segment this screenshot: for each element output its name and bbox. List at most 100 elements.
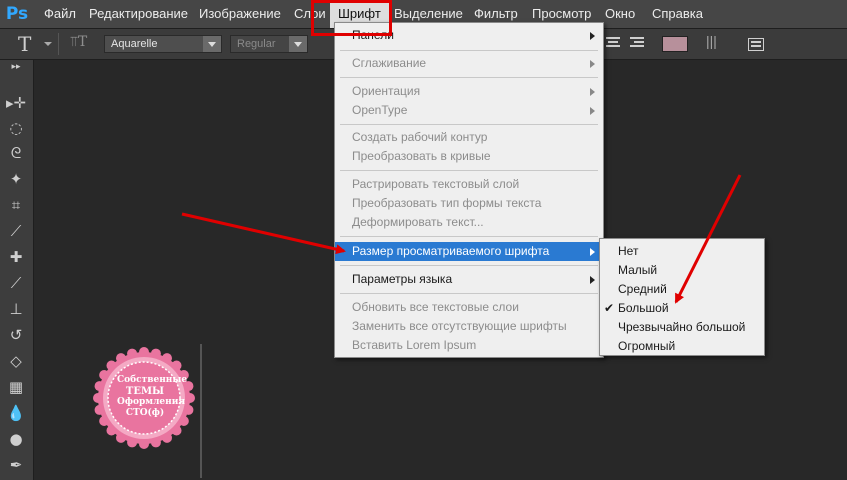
submenu-arrow-icon bbox=[590, 248, 595, 256]
submenu-item-label: Огромный bbox=[618, 339, 676, 353]
checkmark-icon: ✔ bbox=[604, 301, 615, 315]
warp-text-icon[interactable]: ꔖ bbox=[706, 33, 717, 54]
menu-filter[interactable]: Фильтр bbox=[474, 6, 518, 21]
menu-item-opentype[interactable]: OpenType bbox=[335, 101, 603, 120]
eraser-tool-icon[interactable]: ◇ bbox=[4, 350, 28, 372]
menu-file[interactable]: Файл bbox=[44, 6, 76, 21]
stamp-tooth bbox=[171, 360, 182, 371]
menu-item-label: Параметры языка bbox=[352, 272, 453, 286]
stamp-tooth bbox=[150, 348, 161, 359]
gradient-tool-icon[interactable]: ▦ bbox=[4, 376, 28, 398]
menu-item-label: Создать рабочий контур bbox=[352, 130, 488, 144]
submenu-item-label: Малый bbox=[618, 263, 658, 277]
font-family-select[interactable]: Aquarelle bbox=[104, 35, 222, 53]
crop-tool-icon[interactable]: ⌗ bbox=[4, 194, 28, 216]
magic-wand-tool-icon[interactable]: ✦ bbox=[4, 168, 28, 190]
menu-item-language-options[interactable]: Параметры языка bbox=[335, 270, 603, 289]
submenu-item-label: Нет bbox=[618, 244, 639, 258]
submenu-item-large[interactable]: ✔ Большой bbox=[600, 299, 764, 318]
stamp-tooth bbox=[99, 416, 110, 426]
stamp-tooth bbox=[127, 348, 138, 359]
character-panel-icon[interactable] bbox=[748, 38, 764, 51]
type-menu: Панели Сглаживание Ориентация OpenType С… bbox=[334, 22, 604, 358]
annotation-highlight-box bbox=[311, 0, 392, 36]
menu-item-label: Вставить Lorem Ipsum bbox=[352, 338, 477, 352]
brush-tool-icon[interactable]: ⟋ bbox=[4, 272, 28, 294]
submenu-arrow-icon bbox=[590, 107, 595, 115]
menu-item-font-preview-size[interactable]: Размер просматриваемого шрифта bbox=[335, 242, 603, 261]
menu-item-label: Преобразовать в кривые bbox=[352, 149, 491, 163]
menu-separator bbox=[340, 50, 598, 51]
stamp-tooth bbox=[93, 393, 103, 403]
submenu-arrow-icon bbox=[590, 32, 595, 40]
menu-item-label: OpenType bbox=[352, 103, 408, 117]
menu-item-convert-to-shape[interactable]: Преобразовать в кривые bbox=[335, 147, 603, 166]
submenu-item-small[interactable]: Малый bbox=[600, 261, 764, 280]
photoshop-logo: Ps bbox=[5, 4, 29, 24]
stamp-line: СТО(ф) bbox=[125, 408, 165, 418]
healing-brush-tool-icon[interactable]: ✚ bbox=[4, 246, 28, 268]
menu-image[interactable]: Изображение bbox=[199, 6, 281, 21]
text-color-swatch[interactable] bbox=[662, 36, 688, 52]
menu-item-anti-aliasing[interactable]: Сглаживание bbox=[335, 54, 603, 73]
menu-item-update-all-text-layers[interactable]: Обновить все текстовые слои bbox=[335, 298, 603, 317]
submenu-arrow-icon bbox=[590, 60, 595, 68]
menu-select[interactable]: Выделение bbox=[394, 6, 463, 21]
menu-edit[interactable]: Редактирование bbox=[89, 6, 188, 21]
blur-tool-icon[interactable]: 💧 bbox=[4, 402, 28, 424]
menu-item-warp-text[interactable]: Деформировать текст... bbox=[335, 213, 603, 232]
menu-item-create-work-path[interactable]: Создать рабочий контур bbox=[335, 128, 603, 147]
menu-separator bbox=[340, 236, 598, 237]
submenu-item-medium[interactable]: Средний bbox=[600, 280, 764, 299]
menu-separator bbox=[340, 265, 598, 266]
chevron-down-icon bbox=[203, 36, 221, 52]
font-style-value: Regular bbox=[237, 38, 276, 50]
menu-item-label: Деформировать текст... bbox=[352, 215, 484, 229]
menu-item-rasterize-type-layer[interactable]: Растрировать текстовый слой bbox=[335, 175, 603, 194]
font-style-select[interactable]: Regular bbox=[230, 35, 308, 53]
submenu-item-none[interactable]: Нет bbox=[600, 242, 764, 261]
align-right-icon[interactable] bbox=[630, 37, 644, 51]
font-family-value: Aquarelle bbox=[111, 38, 158, 50]
separator bbox=[58, 33, 59, 55]
menu-window[interactable]: Окно bbox=[605, 6, 635, 21]
eyedropper-tool-icon[interactable]: ⟋ bbox=[4, 220, 28, 242]
text-tool-icon[interactable]: T bbox=[18, 32, 31, 56]
tools-panel: ▸▸ ▸✛ ◌ ᘓ ✦ ⌗ ⟋ ✚ ⟋ ⊥ ↺ ◇ ▦ 💧 ● ✒ bbox=[0, 60, 34, 480]
move-tool-icon[interactable]: ▸✛ bbox=[4, 92, 28, 114]
menu-separator bbox=[340, 293, 598, 294]
canvas-edge bbox=[200, 344, 202, 478]
stamp-tooth bbox=[106, 425, 117, 436]
text-orientation-icon[interactable]: ⫪T bbox=[70, 34, 87, 50]
menu-item-replace-missing-fonts[interactable]: Заменить все отсутствующие шрифты bbox=[335, 317, 603, 336]
tool-preset-caret-icon[interactable] bbox=[44, 42, 52, 46]
menu-help[interactable]: Справка bbox=[652, 6, 703, 21]
clone-stamp-tool-icon[interactable]: ⊥ bbox=[4, 298, 28, 320]
menu-separator bbox=[340, 170, 598, 171]
menu-item-label: Обновить все текстовые слои bbox=[352, 300, 519, 314]
submenu-item-extra-large[interactable]: Чрезвычайно большой bbox=[600, 318, 764, 337]
panel-collapse-icon[interactable]: ▸▸ bbox=[4, 62, 28, 72]
menu-item-label: Растрировать текстовый слой bbox=[352, 177, 520, 191]
history-brush-tool-icon[interactable]: ↺ bbox=[4, 324, 28, 346]
menu-item-paste-lorem-ipsum[interactable]: Вставить Lorem Ipsum bbox=[335, 336, 603, 355]
stamp-tooth bbox=[178, 416, 189, 426]
submenu-item-huge[interactable]: Огромный bbox=[600, 337, 764, 356]
menu-item-orientation[interactable]: Ориентация bbox=[335, 82, 603, 101]
submenu-item-label: Средний bbox=[618, 282, 667, 296]
menu-item-label: Размер просматриваемого шрифта bbox=[352, 244, 550, 258]
dodge-tool-icon[interactable]: ● bbox=[4, 428, 28, 450]
pen-tool-icon[interactable]: ✒ bbox=[4, 454, 28, 476]
marquee-tool-icon[interactable]: ◌ bbox=[4, 117, 28, 139]
menu-item-convert-text-shape-type[interactable]: Преобразовать тип формы текста bbox=[335, 194, 603, 213]
font-preview-size-submenu: Нет Малый Средний ✔ Большой Чрезвычайно б… bbox=[599, 238, 765, 356]
menu-view[interactable]: Просмотр bbox=[532, 6, 591, 21]
chevron-down-icon bbox=[289, 36, 307, 52]
align-center-icon[interactable] bbox=[606, 37, 620, 51]
menu-separator bbox=[340, 124, 598, 125]
menu-item-label: Заменить все отсутствующие шрифты bbox=[352, 319, 567, 333]
stamp-tooth bbox=[94, 404, 105, 415]
lasso-tool-icon[interactable]: ᘓ bbox=[4, 142, 28, 164]
stamp-tooth bbox=[162, 353, 172, 364]
stamp-tooth bbox=[116, 353, 126, 364]
